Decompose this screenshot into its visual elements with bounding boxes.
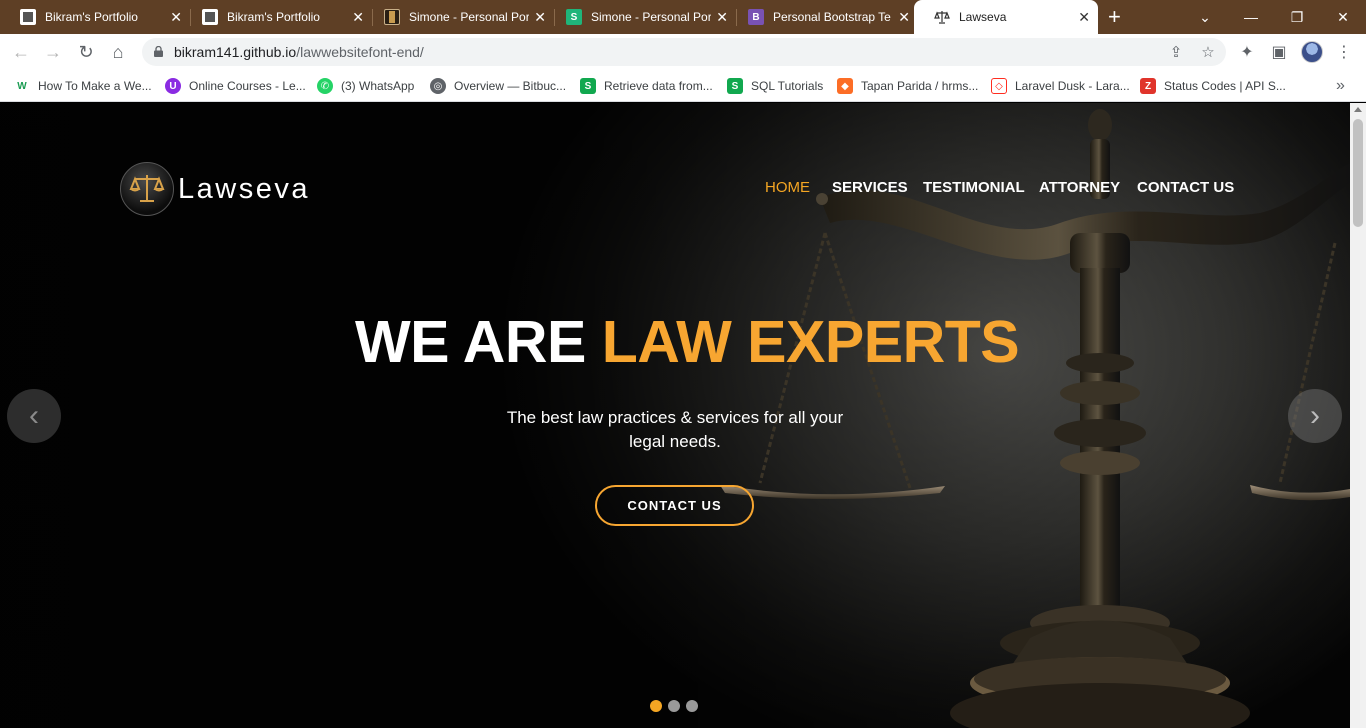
bookmark-label: SQL Tutorials bbox=[751, 79, 824, 93]
udemy-favicon-icon: U bbox=[165, 78, 181, 94]
bookmark-item[interactable]: Z Status Codes | API S... bbox=[1140, 76, 1286, 96]
lock-icon[interactable] bbox=[154, 46, 163, 57]
tab-search-chevron-icon[interactable]: ⌄ bbox=[1182, 0, 1228, 34]
bookmark-item[interactable]: W How To Make a We... bbox=[14, 76, 152, 96]
bookmark-star-icon[interactable]: ☆ bbox=[1198, 42, 1218, 62]
url-path: /lawwebsitefont-end/ bbox=[296, 44, 424, 60]
bookmark-item[interactable]: ✆ (3) WhatsApp bbox=[317, 76, 414, 96]
tab-close-icon[interactable]: ✕ bbox=[716, 10, 728, 24]
tab-title: Personal Bootstrap Te bbox=[773, 10, 891, 24]
tab-close-icon[interactable]: ✕ bbox=[1078, 10, 1090, 24]
tab-strip: Bikram's Portfolio ✕ Bikram's Portfolio … bbox=[0, 0, 1366, 34]
extensions-puzzle-icon[interactable]: ✦ bbox=[1237, 42, 1257, 62]
site-logo[interactable]: Lawseva bbox=[120, 162, 310, 216]
globe-icon: ◎ bbox=[430, 78, 446, 94]
side-panel-icon[interactable]: ▣ bbox=[1269, 42, 1289, 62]
address-bar-row: ← → ↻ ⌂ bikram141.github.io/lawwebsitefo… bbox=[0, 34, 1366, 70]
url-host: bikram141.github.io bbox=[174, 44, 297, 60]
bookmark-label: How To Make a We... bbox=[38, 79, 152, 93]
nav-services[interactable]: SERVICES bbox=[832, 179, 908, 196]
url-text[interactable]: bikram141.github.io/lawwebsitefont-end/ bbox=[174, 44, 424, 60]
omnibox[interactable]: bikram141.github.io/lawwebsitefont-end/ … bbox=[142, 38, 1226, 66]
carousel-indicators bbox=[650, 700, 698, 712]
bookmark-label: (3) WhatsApp bbox=[341, 79, 415, 93]
profile-avatar[interactable] bbox=[1301, 41, 1323, 63]
bookmark-label: Status Codes | API S... bbox=[1164, 79, 1286, 93]
nav-attorney[interactable]: ATTORNEY bbox=[1039, 179, 1120, 196]
bookmarks-bar: W How To Make a We... U Online Courses - L… bbox=[0, 70, 1366, 102]
reload-icon[interactable]: ↻ bbox=[74, 40, 98, 64]
tab-title: Lawseva bbox=[959, 10, 1007, 24]
page-scrollbar[interactable] bbox=[1350, 103, 1366, 728]
carousel-prev-icon[interactable]: ‹ bbox=[7, 389, 61, 443]
tab-4[interactable]: S Simone - Personal Por ✕ bbox=[546, 0, 736, 34]
bookmark-item[interactable]: S SQL Tutorials bbox=[727, 76, 823, 96]
tab-close-icon[interactable]: ✕ bbox=[352, 10, 364, 24]
bootstrap-favicon-icon: B bbox=[748, 9, 764, 25]
tab-close-icon[interactable]: ✕ bbox=[898, 10, 910, 24]
tab-1[interactable]: Bikram's Portfolio ✕ bbox=[0, 0, 190, 34]
hero-section: Lawseva HOME SERVICES TESTIMONIAL ATTORN… bbox=[0, 103, 1350, 728]
bookmark-item[interactable]: U Online Courses - Le... bbox=[165, 76, 306, 96]
tab-title: Simone - Personal Por bbox=[591, 10, 711, 24]
portfolio-favicon-icon bbox=[20, 9, 36, 25]
simone-favicon-icon bbox=[384, 9, 400, 25]
logo-text: Lawseva bbox=[178, 172, 310, 205]
tab-close-icon[interactable]: ✕ bbox=[170, 10, 182, 24]
tab-title: Bikram's Portfolio bbox=[45, 10, 138, 24]
tab-3[interactable]: Simone - Personal Por ✕ bbox=[364, 0, 554, 34]
carousel-dot-3[interactable] bbox=[686, 700, 698, 712]
scrollbar-thumb[interactable] bbox=[1353, 119, 1363, 227]
minimize-icon[interactable]: — bbox=[1228, 0, 1274, 34]
hero-headline: WE ARE LAW EXPERTS bbox=[355, 308, 1020, 376]
whatsapp-icon: ✆ bbox=[317, 78, 333, 94]
bookmark-label: Retrieve data from... bbox=[604, 79, 713, 93]
menu-kebab-icon[interactable]: ⋮ bbox=[1334, 42, 1354, 62]
laravel-icon: ◇ bbox=[991, 78, 1007, 94]
back-icon[interactable]: ← bbox=[9, 40, 33, 64]
close-window-icon[interactable]: ✕ bbox=[1320, 0, 1366, 34]
new-tab-icon[interactable]: + bbox=[1108, 6, 1121, 28]
tab-title: Simone - Personal Por bbox=[409, 10, 529, 24]
bookmark-item[interactable]: ◎ Overview — Bitbuc... bbox=[430, 76, 566, 96]
carousel-dot-1[interactable] bbox=[650, 700, 662, 712]
bookmark-label: Online Courses - Le... bbox=[189, 79, 306, 93]
carousel-next-icon[interactable]: › bbox=[1288, 389, 1342, 443]
scales-favicon-icon bbox=[934, 9, 950, 25]
bookmark-label: Overview — Bitbuc... bbox=[454, 79, 567, 93]
nav-contact-us[interactable]: CONTACT US bbox=[1137, 179, 1234, 196]
forward-icon[interactable]: → bbox=[41, 40, 65, 64]
bookmark-item[interactable]: S Retrieve data from... bbox=[580, 76, 713, 96]
headline-accent: LAW EXPERTS bbox=[601, 309, 1020, 375]
scales-logo-icon bbox=[120, 162, 174, 216]
page-viewport: Lawseva HOME SERVICES TESTIMONIAL ATTORN… bbox=[0, 103, 1350, 728]
tab-2[interactable]: Bikram's Portfolio ✕ bbox=[182, 0, 372, 34]
z-favicon-icon: Z bbox=[1140, 78, 1156, 94]
tab-title: Bikram's Portfolio bbox=[227, 10, 320, 24]
headline-white: WE ARE bbox=[355, 309, 602, 375]
restore-icon[interactable]: ❐ bbox=[1274, 0, 1320, 34]
carousel-dot-2[interactable] bbox=[668, 700, 680, 712]
bookmark-label: Laravel Dusk - Lara... bbox=[1015, 79, 1130, 93]
nav-testimonial[interactable]: TESTIMONIAL bbox=[923, 179, 1025, 196]
gitlab-icon: ◆ bbox=[837, 78, 853, 94]
nav-home[interactable]: HOME bbox=[765, 179, 810, 196]
home-icon[interactable]: ⌂ bbox=[106, 40, 130, 64]
s-favicon-icon: S bbox=[580, 78, 596, 94]
simone-s-favicon-icon: S bbox=[566, 9, 582, 25]
tab-6-active[interactable]: Lawseva ✕ bbox=[914, 0, 1098, 34]
tab-5[interactable]: B Personal Bootstrap Te ✕ bbox=[728, 0, 918, 34]
scroll-up-icon[interactable] bbox=[1354, 107, 1362, 112]
tab-close-icon[interactable]: ✕ bbox=[534, 10, 546, 24]
hero-subline: The best law practices & services for al… bbox=[506, 408, 844, 451]
portfolio-favicon-icon bbox=[202, 9, 218, 25]
bookmark-item[interactable]: ◇ Laravel Dusk - Lara... bbox=[991, 76, 1130, 96]
contact-us-button[interactable]: CONTACT US bbox=[595, 485, 754, 526]
share-icon[interactable]: ⇪ bbox=[1166, 42, 1186, 62]
bookmarks-overflow-icon[interactable]: » bbox=[1336, 77, 1345, 95]
s-favicon-icon: S bbox=[727, 78, 743, 94]
bookmark-label: Tapan Parida / hrms... bbox=[861, 79, 979, 93]
w-favicon-icon: W bbox=[14, 78, 30, 94]
bookmark-item[interactable]: ◆ Tapan Parida / hrms... bbox=[837, 76, 978, 96]
